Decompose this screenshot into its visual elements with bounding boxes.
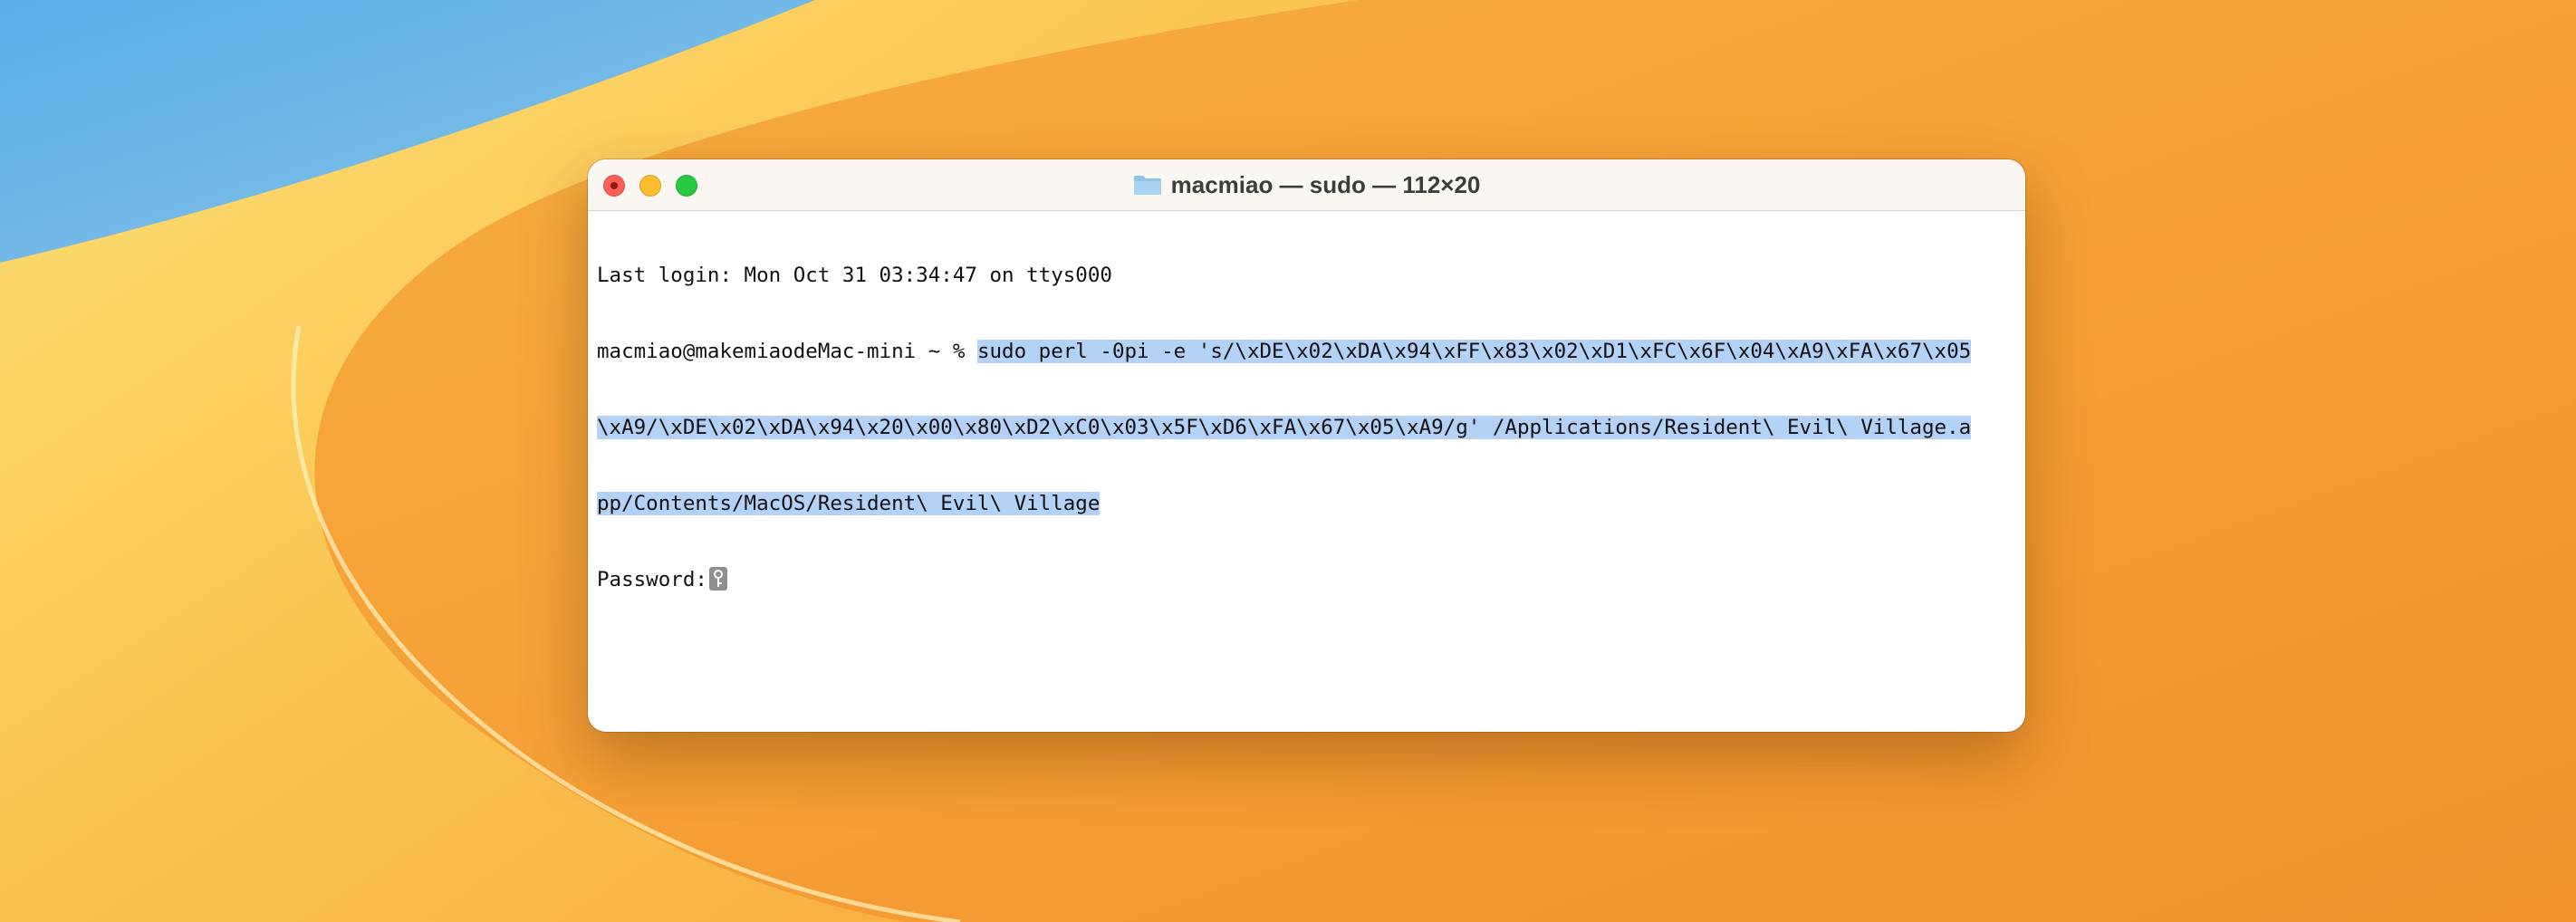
password-label: Password: xyxy=(597,568,707,591)
selected-command-part-2[interactable]: \xA9/\xDE\x02\xDA\x94\x20\x00\x80\xD2\xC… xyxy=(597,416,1972,439)
password-line: Password: xyxy=(597,567,2020,592)
last-login-line: Last login: Mon Oct 31 03:34:47 on ttys0… xyxy=(597,264,1112,287)
shell-prompt: macmiao@makemiaodeMac-mini ~ % xyxy=(597,340,977,363)
terminal-output[interactable]: Last login: Mon Oct 31 03:34:47 on ttys0… xyxy=(597,212,2020,726)
terminal-window[interactable]: macmiao — sudo — 112×20 Last login: Mon … xyxy=(588,159,2025,732)
command-line-3: pp/Contents/MacOS/Resident\ Evil\ Villag… xyxy=(597,491,2020,516)
window-title-area: macmiao — sudo — 112×20 xyxy=(588,159,2025,210)
title-bar[interactable]: macmiao — sudo — 112×20 xyxy=(588,159,2025,211)
window-title: macmiao — sudo — 112×20 xyxy=(1170,170,1481,198)
selected-command-part-3[interactable]: pp/Contents/MacOS/Resident\ Evil\ Villag… xyxy=(597,492,1101,515)
command-line-2: \xA9/\xDE\x02\xDA\x94\x20\x00\x80\xD2\xC… xyxy=(597,415,2020,440)
command-line-1: macmiao@makemiaodeMac-mini ~ % sudo perl… xyxy=(597,339,2020,364)
key-icon xyxy=(708,567,727,591)
selected-command-part-1[interactable]: sudo perl -0pi -e 's/\xDE\x02\xDA\x94\xF… xyxy=(976,340,1972,363)
folder-icon xyxy=(1133,176,1161,195)
